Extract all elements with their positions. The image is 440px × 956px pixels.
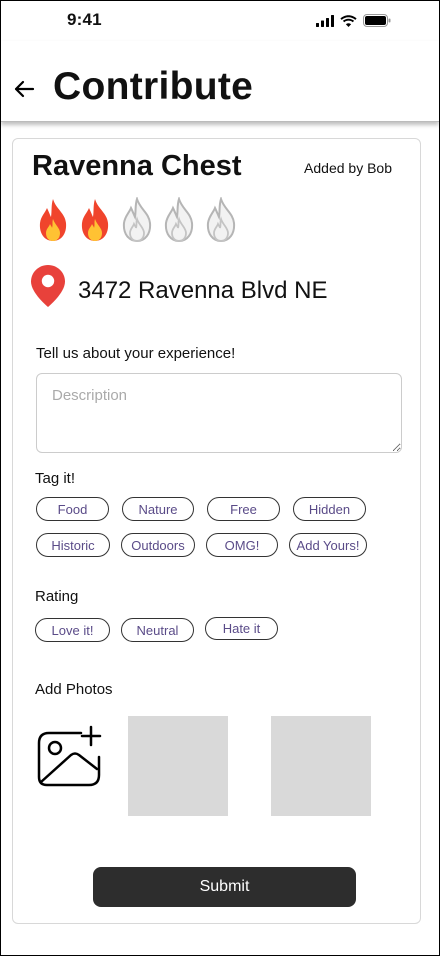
tag-chip-historic[interactable]: Historic <box>36 533 110 557</box>
photo-placeholder[interactable] <box>128 716 228 816</box>
status-icons <box>316 14 391 27</box>
address-text: 3472 Ravenna Blvd NE <box>78 277 328 304</box>
rating-neutral[interactable]: Neutral <box>121 618 194 642</box>
contribute-card: Ravenna Chest Added by Bob 3472 Ravenna … <box>12 138 421 924</box>
tag-row-2: Historic Outdoors OMG! Add Yours! <box>36 533 367 557</box>
add-image-icon <box>37 725 102 787</box>
status-time: 9:41 <box>67 10 102 29</box>
fire-icon-empty[interactable] <box>117 197 157 243</box>
tag-chip-omg[interactable]: OMG! <box>206 533 278 557</box>
page-title: Contribute <box>53 65 254 108</box>
tag-chip-outdoors[interactable]: Outdoors <box>121 533 195 557</box>
tag-row-1: Food Nature Free Hidden <box>36 497 366 521</box>
experience-label: Tell us about your experience! <box>36 345 236 362</box>
tag-chip-add-yours[interactable]: Add Yours! <box>289 533 367 557</box>
tag-chip-hidden[interactable]: Hidden <box>293 497 366 521</box>
fire-icon-empty[interactable] <box>201 197 241 243</box>
added-by-label: Added by Bob <box>304 160 392 176</box>
rating-hate-it[interactable]: Hate it <box>205 617 278 640</box>
tag-chip-free[interactable]: Free <box>207 497 280 521</box>
tag-chip-nature[interactable]: Nature <box>122 497 194 521</box>
battery-icon <box>363 14 391 27</box>
signal-icon <box>316 14 334 27</box>
phone-screen: 9:41 Contribute Ravenna Chest Added by B… <box>0 0 440 956</box>
tags-label: Tag it! <box>35 470 76 487</box>
status-bar: 9:41 <box>1 1 439 41</box>
fire-icon-filled[interactable] <box>75 197 115 243</box>
rating-love-it[interactable]: Love it! <box>35 618 110 642</box>
submit-button[interactable]: Submit <box>93 867 356 907</box>
fire-icon-empty[interactable] <box>159 197 199 243</box>
location-pin-icon <box>31 265 65 307</box>
rating-options: Love it! Neutral Hate it <box>35 617 278 642</box>
fire-icon-filled[interactable] <box>33 197 73 243</box>
header-bar: Contribute <box>1 41 439 122</box>
rating-label: Rating <box>35 588 79 605</box>
arrow-left-icon <box>14 80 35 98</box>
photo-placeholder[interactable] <box>271 716 371 816</box>
add-photos-label: Add Photos <box>35 681 113 698</box>
wifi-icon <box>340 14 357 27</box>
place-name: Ravenna Chest <box>32 150 242 182</box>
back-button[interactable] <box>13 79 35 99</box>
heat-rating[interactable] <box>33 197 241 243</box>
tag-chip-food[interactable]: Food <box>36 497 109 521</box>
add-photo-button[interactable] <box>35 725 103 789</box>
description-input[interactable] <box>36 373 402 453</box>
